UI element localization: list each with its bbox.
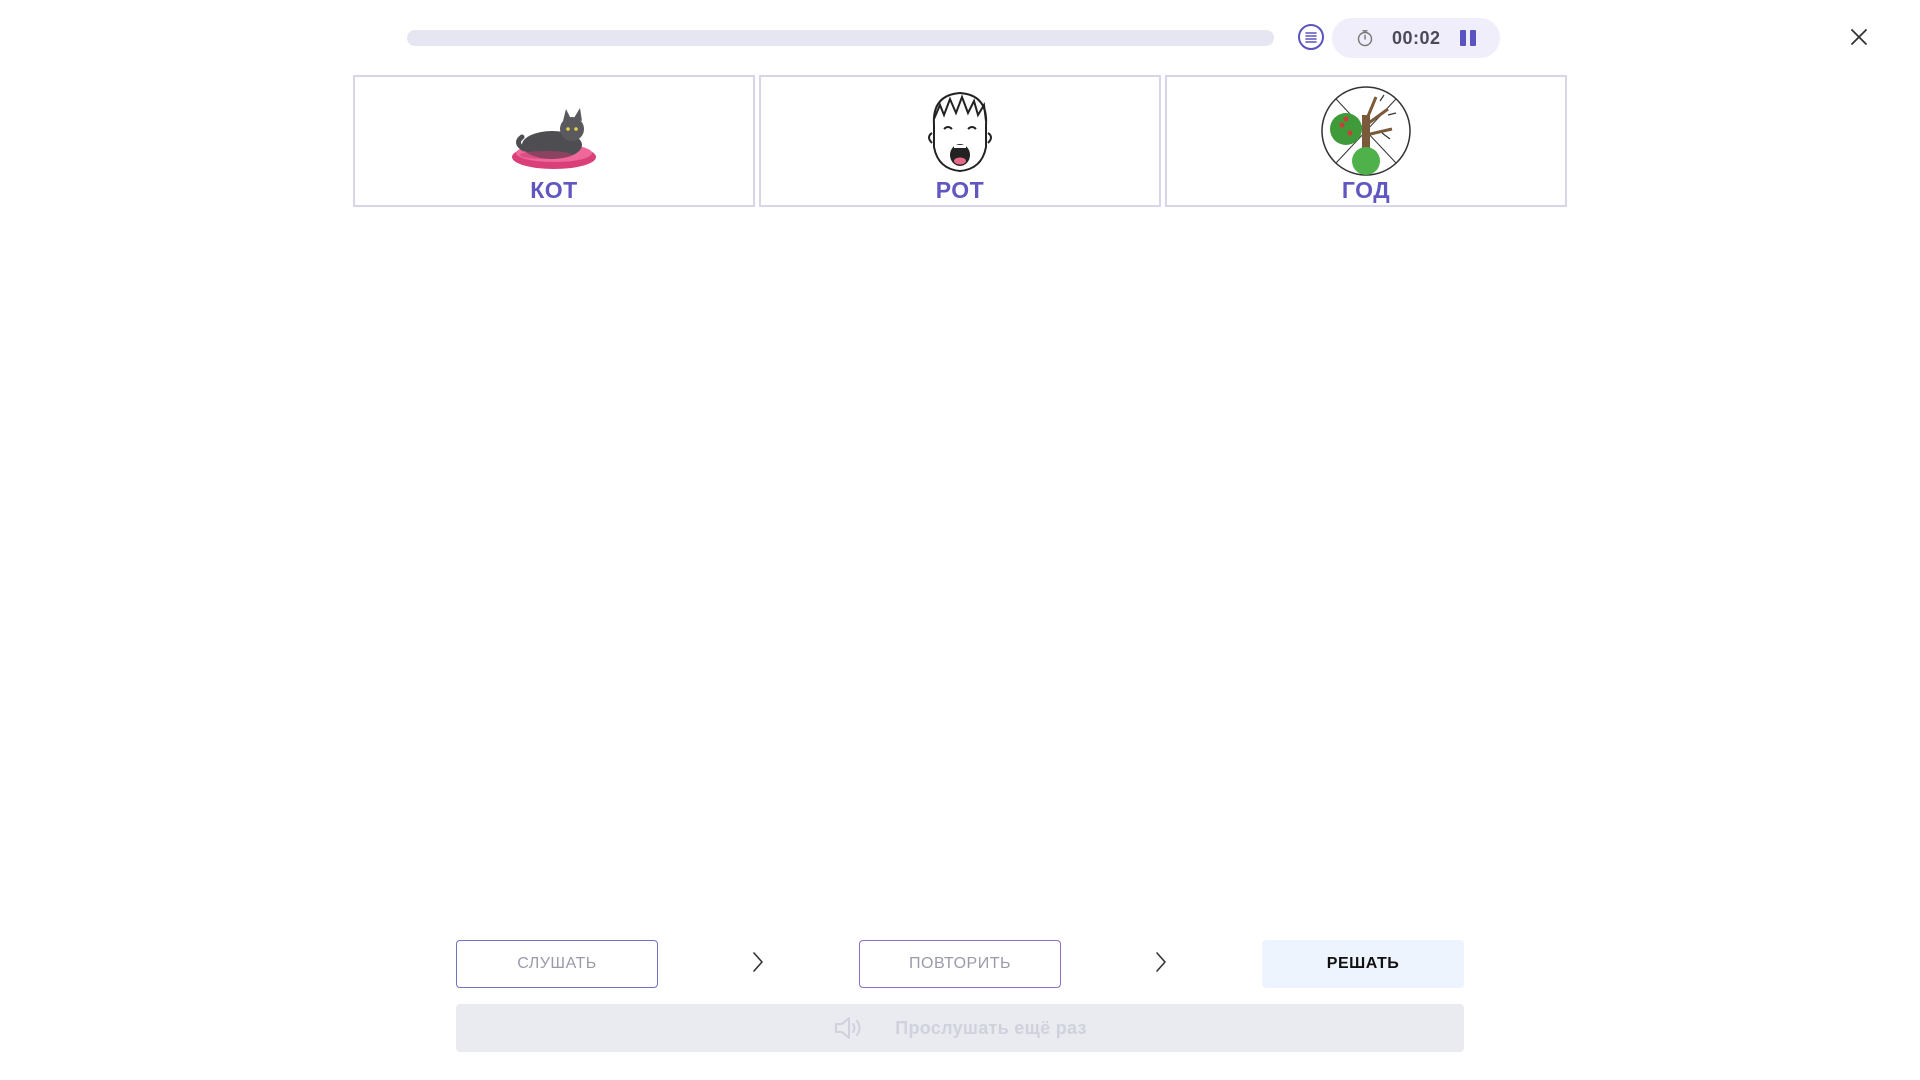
card-word: ГОД [1341,177,1391,203]
progress-bar [407,30,1274,46]
word-cards: КОТ РОТ ГОД [353,75,1567,207]
pause-icon-bar [1470,30,1476,46]
seasons-tree-icon [1321,86,1411,176]
timer: 00:02 [1332,18,1500,58]
chevron-right-icon [1156,952,1166,972]
replay-button[interactable]: Прослушать ещё раз [456,1004,1464,1052]
chevron-right-icon [753,952,763,972]
speaker-icon [835,1017,861,1039]
card-word: КОТ [530,177,578,203]
list-icon [1305,32,1317,43]
pause-button[interactable] [1458,28,1478,48]
stopwatch-icon [1357,30,1373,47]
listen-button[interactable]: СЛУШАТЬ [456,940,658,988]
close-icon[interactable] [1846,24,1872,50]
word-card-year[interactable]: ГОД [1165,75,1567,207]
boy-open-mouth-icon [928,91,992,173]
timer-value: 00:02 [1392,28,1441,48]
word-card-cat[interactable]: КОТ [353,75,755,207]
solve-button[interactable]: РЕШАТЬ [1262,940,1464,988]
word-card-mouth[interactable]: РОТ [759,75,1161,207]
task-list-button[interactable] [1298,24,1324,50]
pause-icon [1460,30,1466,46]
repeat-button[interactable]: ПОВТОРИТЬ [859,940,1061,988]
cat-in-basket-icon [512,108,596,169]
card-word: РОТ [935,177,985,203]
replay-label: Прослушать ещё раз [895,1017,1087,1038]
